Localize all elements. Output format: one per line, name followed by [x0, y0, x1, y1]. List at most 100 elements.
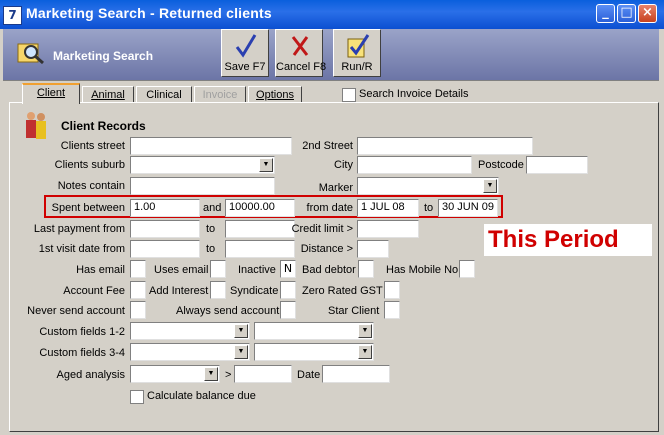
maximize-button[interactable]: □	[617, 4, 636, 23]
custom-field-4-select[interactable]: ▼	[254, 343, 374, 361]
minimize-icon: _	[602, 5, 609, 20]
tab-options-label: Options	[256, 89, 294, 101]
tab-clinical[interactable]: Clinical	[136, 86, 192, 103]
add-interest-field[interactable]	[210, 281, 226, 299]
save-button[interactable]: Save F7	[221, 29, 269, 77]
search-invoice-label: Search Invoice Details	[359, 88, 469, 100]
save-label: Save F7	[224, 61, 266, 73]
credit-limit-field[interactable]	[357, 220, 419, 238]
star-client-label: Star Client	[328, 305, 380, 317]
chevron-down-icon: ▼	[259, 158, 273, 172]
chevron-down-icon: ▼	[358, 345, 372, 359]
checkmark-pencil-icon	[235, 34, 257, 58]
first-visit-to-label: to	[206, 243, 216, 255]
always-send-account-label: Always send account	[176, 305, 280, 317]
account-fee-field[interactable]	[130, 281, 146, 299]
spent-to-field[interactable]: 10000.00	[225, 199, 295, 217]
tab-clinical-label: Clinical	[146, 89, 182, 101]
star-client-field[interactable]	[384, 301, 400, 319]
second-street-field[interactable]	[357, 137, 533, 155]
last-payment-to-field[interactable]	[225, 220, 295, 238]
custom-fields-12-label: Custom fields 1-2	[39, 326, 125, 338]
city-field[interactable]	[357, 156, 472, 174]
syndicate-label: Syndicate	[230, 285, 279, 297]
uses-email-field[interactable]	[210, 260, 226, 278]
cancel-label: Cancel F8	[276, 61, 327, 73]
date-label: Date	[297, 369, 321, 381]
custom-field-1-select[interactable]: ▼	[130, 322, 250, 340]
marker-label: Marker	[318, 182, 353, 194]
add-interest-label: Add Interest	[149, 285, 209, 297]
calculate-balance-label: Calculate balance due	[147, 390, 256, 402]
aged-amount-field[interactable]	[234, 365, 292, 383]
search-invoice-checkbox[interactable]	[342, 88, 356, 102]
has-mobile-label: Has Mobile No	[386, 264, 459, 276]
has-email-field[interactable]	[130, 260, 146, 278]
title-bar: 7 Marketing Search - Returned clients _ …	[0, 0, 664, 29]
never-send-account-label: Never send account	[27, 305, 125, 317]
last-payment-from-field[interactable]	[130, 220, 200, 238]
tab-options[interactable]: Options	[248, 86, 302, 103]
chevron-down-icon: ▼	[204, 367, 218, 381]
close-icon: ×	[642, 5, 653, 20]
tab-client[interactable]: Client	[22, 83, 80, 104]
run-label: Run/R	[341, 61, 373, 73]
always-send-account-field[interactable]	[280, 301, 296, 319]
from-date-field[interactable]: 1 JUL 08	[357, 199, 419, 217]
first-visit-label: 1st visit date from	[38, 243, 125, 255]
and-label: and	[203, 202, 222, 214]
custom-fields-34-label: Custom fields 3-4	[39, 347, 125, 359]
people-icon	[26, 112, 46, 139]
magnifier-icon	[17, 43, 44, 65]
distance-field[interactable]	[357, 240, 389, 258]
clients-street-label: Clients street	[60, 140, 125, 152]
tab-invoice: Invoice	[194, 86, 246, 103]
inactive-field[interactable]: N	[280, 260, 296, 278]
header-band: Marketing Search	[3, 29, 659, 81]
chevron-down-icon: ▼	[483, 179, 497, 193]
minimize-button[interactable]: _	[596, 4, 615, 23]
clients-street-field[interactable]	[130, 137, 292, 155]
calculate-balance-checkbox[interactable]	[130, 390, 144, 404]
credit-limit-label: Credit limit >	[291, 223, 353, 235]
to-date-label: to	[424, 202, 434, 214]
aged-gt-label: >	[225, 369, 232, 381]
has-mobile-field[interactable]	[459, 260, 475, 278]
spent-between-label: Spent between	[51, 202, 125, 214]
clients-suburb-select[interactable]: ▼	[130, 156, 275, 174]
never-send-account-field[interactable]	[130, 301, 146, 319]
distance-label: Distance >	[300, 243, 353, 255]
postcode-field[interactable]	[526, 156, 588, 174]
custom-field-3-select[interactable]: ▼	[130, 343, 250, 361]
chevron-down-icon: ▼	[234, 345, 248, 359]
syndicate-field[interactable]	[280, 281, 296, 299]
run-button[interactable]: Run/R	[333, 29, 381, 77]
marker-select[interactable]: ▼	[357, 177, 499, 195]
tab-invoice-label: Invoice	[202, 89, 238, 101]
aged-date-field[interactable]	[322, 365, 390, 383]
first-visit-to-field[interactable]	[225, 240, 295, 258]
zero-rated-gst-field[interactable]	[384, 281, 400, 299]
tab-animal-label: Animal	[91, 89, 125, 101]
spent-from-field[interactable]: 1.00	[130, 199, 200, 217]
notes-contain-field[interactable]	[130, 177, 275, 195]
has-email-label: Has email	[76, 264, 125, 276]
first-visit-from-field[interactable]	[130, 240, 200, 258]
last-payment-to-label: to	[206, 223, 216, 235]
uses-email-label: Uses email	[154, 264, 209, 276]
header-label: Marketing Search	[53, 49, 154, 63]
city-label: City	[334, 159, 353, 171]
bad-debtor-label: Bad debtor	[302, 264, 356, 276]
close-button[interactable]: ×	[638, 4, 657, 23]
custom-field-2-select[interactable]: ▼	[254, 322, 374, 340]
last-payment-label: Last payment from	[33, 223, 125, 235]
cancel-button[interactable]: Cancel F8	[275, 29, 327, 77]
aged-analysis-select[interactable]: ▼	[130, 365, 220, 383]
tab-animal[interactable]: Animal	[82, 86, 134, 103]
window-title: Marketing Search - Returned clients	[26, 5, 272, 21]
to-date-field[interactable]: 30 JUN 09	[438, 199, 498, 217]
tab-client-label: Client	[36, 87, 66, 99]
bad-debtor-field[interactable]	[358, 260, 374, 278]
inactive-label: Inactive	[238, 264, 276, 276]
notes-contain-label: Notes contain	[57, 180, 125, 192]
